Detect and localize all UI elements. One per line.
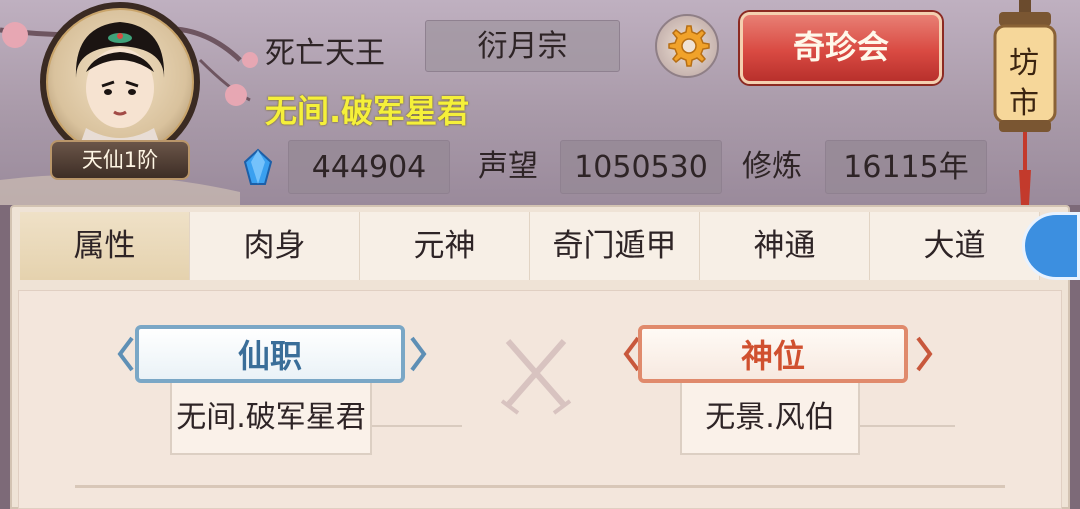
section-divider: [75, 485, 1005, 488]
treasure-fair-button[interactable]: 奇珍会: [740, 12, 942, 84]
player-title: 无间.破军星君: [265, 92, 470, 130]
market-lantern-button[interactable]: 坊 市: [985, 0, 1065, 205]
gem-count: 444904: [288, 140, 450, 194]
rank-badge: 天仙1阶: [50, 140, 190, 180]
chevron-right-icon: [916, 336, 933, 372]
prestige-value: 1050530: [560, 140, 722, 194]
crossed-swords-icon: [500, 339, 572, 415]
player-header: 天仙1阶 死亡天王 衍月宗 无间.破军星君 奇珍会 坊 市 444904 声望 …: [0, 0, 1080, 205]
settings-button[interactable]: [655, 14, 719, 78]
market-label-line2: 市: [1009, 86, 1039, 121]
player-name: 死亡天王: [265, 36, 385, 71]
chevron-right-icon: [410, 336, 427, 372]
gear-icon: [668, 25, 710, 67]
divine-seat-label: 神位: [638, 325, 908, 383]
chevron-left-icon: [117, 336, 134, 372]
divider-line: [372, 425, 462, 427]
player-avatar[interactable]: 天仙1阶: [40, 2, 200, 192]
tab-great-dao[interactable]: 大道: [870, 212, 1040, 280]
tab-bar: 属性 肉身 元神 奇门遁甲 神通 大道: [20, 212, 1070, 280]
tab-spirit[interactable]: 元神: [360, 212, 530, 280]
divine-seat-value: 无景.风伯: [680, 383, 860, 455]
tab-attributes[interactable]: 属性: [20, 212, 190, 280]
sect-name: 衍月宗: [425, 20, 620, 72]
divider-line: [860, 425, 955, 427]
avatar-frame: [40, 2, 200, 162]
prestige-label: 声望: [478, 149, 538, 184]
gem-icon: [243, 148, 273, 185]
tab-qimen-dunjia[interactable]: 奇门遁甲: [530, 212, 700, 280]
immortal-post-label: 仙职: [135, 325, 405, 383]
cultivation-value: 16115年: [825, 140, 987, 194]
market-label-line1: 坊: [1009, 46, 1039, 81]
tab-divine-powers[interactable]: 神通: [700, 212, 870, 280]
tab-body[interactable]: 肉身: [190, 212, 360, 280]
immortal-post-value: 无间.破军星君: [170, 383, 372, 455]
cultivation-label: 修炼: [742, 149, 802, 184]
avatar-portrait: [75, 22, 165, 156]
